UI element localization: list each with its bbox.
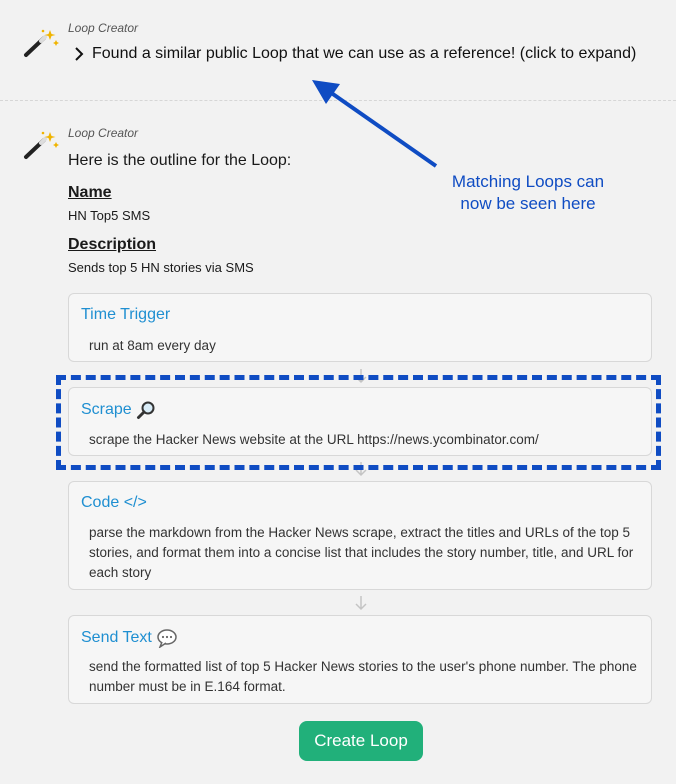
arrow-down-icon [355, 596, 367, 611]
step-card-scrape[interactable]: Scrape scrape the Hacker News website at… [68, 387, 652, 456]
speech-bubble-icon [157, 629, 177, 648]
loop-description: Sends top 5 HN stories via SMS [68, 260, 254, 275]
loop-name: HN Top5 SMS [68, 208, 151, 223]
step-card-code[interactable]: Code </> parse the markdown from the Hac… [68, 481, 652, 590]
step-title: Time Trigger [81, 306, 171, 323]
arrow-down-icon [355, 462, 367, 477]
step-title: Scrape [81, 400, 156, 420]
outline-intro: Here is the outline for the Loop: [68, 152, 292, 169]
magic-wand-icon [24, 29, 59, 57]
magic-wand-icon [24, 131, 59, 159]
step-card-time-trigger[interactable]: Time Trigger run at 8am every day [68, 293, 652, 362]
step-title: Send Text [81, 628, 178, 648]
step-title: Code </> [81, 494, 147, 511]
similar-loop-expander[interactable]: Found a similar public Loop that we can … [74, 45, 636, 63]
message-divider [0, 100, 676, 101]
step-description: send the formatted list of top 5 Hacker … [89, 659, 637, 694]
annotation-text: Matching Loops can now be seen here [451, 172, 605, 213]
magnifier-icon [136, 401, 155, 419]
arrow-down-icon [355, 369, 367, 384]
create-loop-button[interactable]: Create Loop [299, 721, 423, 761]
step-description: scrape the Hacker News website at the UR… [89, 432, 539, 447]
step-description: parse the markdown from the Hacker News … [89, 525, 634, 580]
chevron-right-icon [75, 47, 84, 61]
description-heading: Description [68, 236, 157, 253]
message-author: Loop Creator [68, 126, 139, 140]
message-author: Loop Creator [68, 21, 139, 35]
step-description: run at 8am every day [89, 338, 216, 353]
step-card-send-text[interactable]: Send Text send the formatted list of top… [68, 615, 652, 704]
name-heading: Name [68, 184, 112, 201]
similar-loop-text: Found a similar public Loop that we can … [92, 45, 637, 62]
